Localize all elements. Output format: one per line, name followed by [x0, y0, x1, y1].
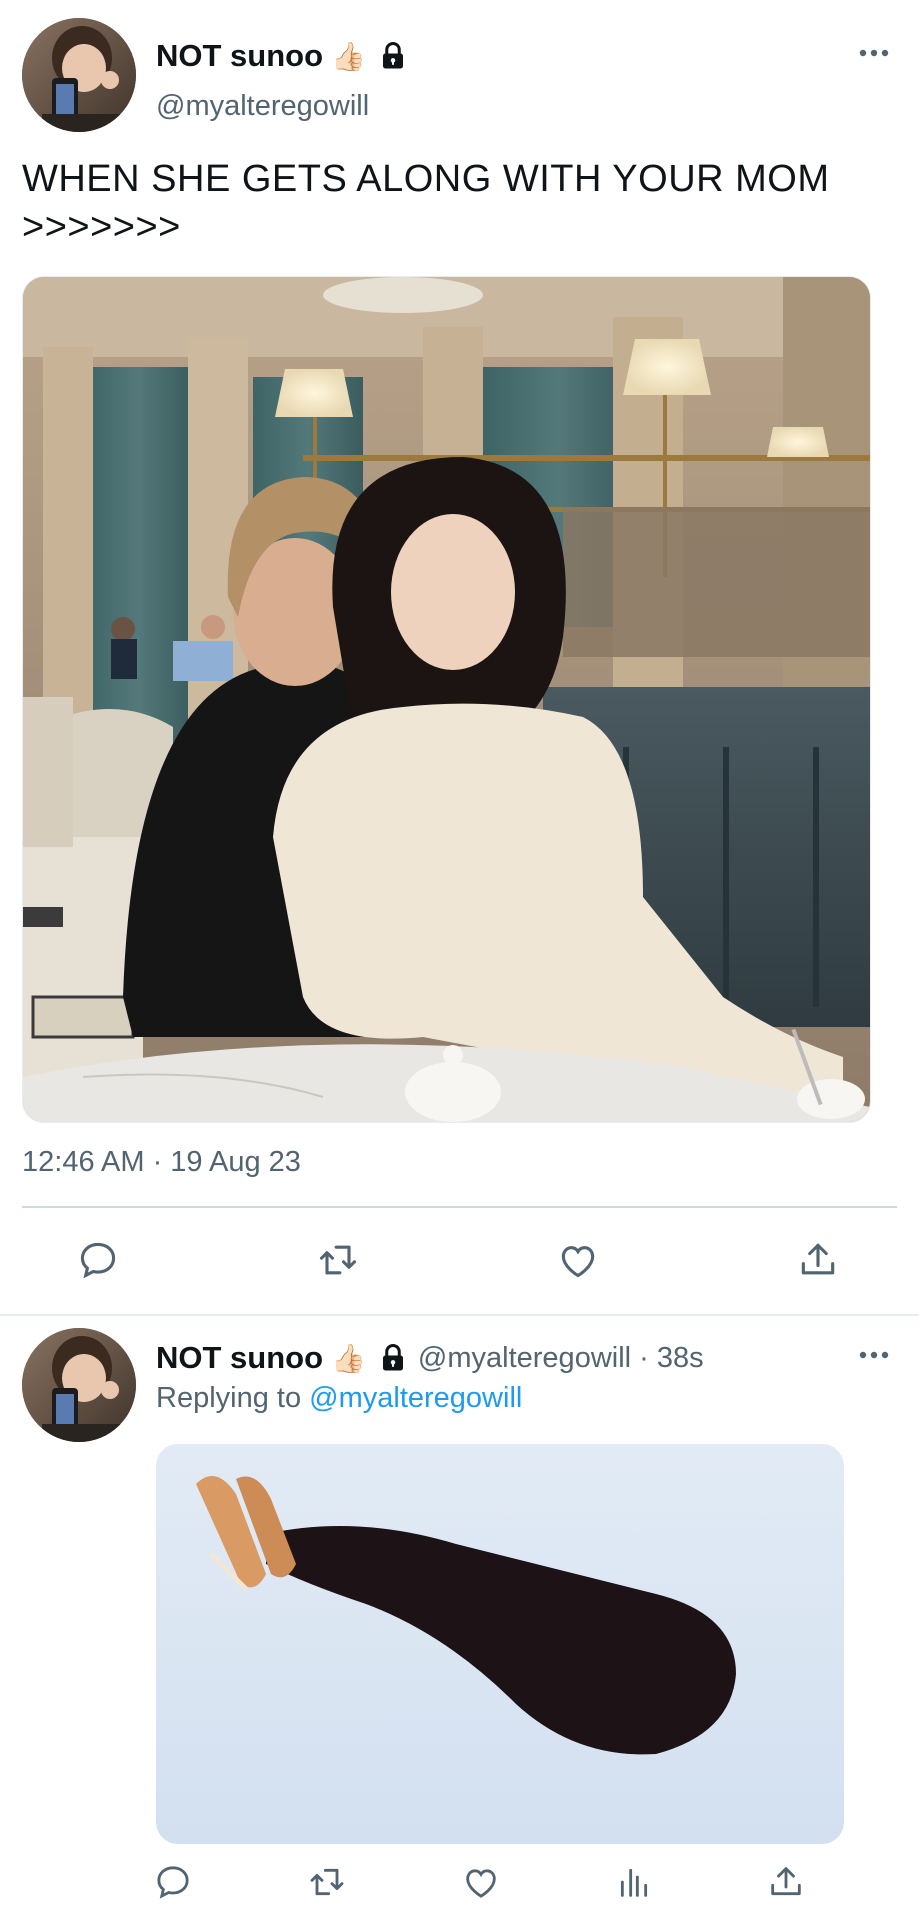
thumbs-up-emoji: 👍🏻 [331, 1342, 366, 1374]
tweet-text: WHEN SHE GETS ALONG WITH YOUR MOM >>>>>>… [22, 155, 902, 251]
tweet-separator [0, 1314, 919, 1316]
lock-icon [378, 1343, 408, 1373]
tweet-timestamp[interactable]: 12:46 AM · 19 Aug 23 [22, 1146, 301, 1179]
tweet-text-line1: WHEN SHE GETS ALONG WITH YOUR MOM [22, 158, 830, 200]
reply-icon[interactable] [76, 1238, 120, 1287]
replying-to: Replying to @myalteregowill [156, 1382, 522, 1415]
restaurant-photo [23, 277, 870, 1122]
handle-time[interactable]: @myalteregowill · 38s [418, 1342, 704, 1375]
falling-person-image [156, 1444, 844, 1844]
like-icon[interactable] [461, 1862, 501, 1907]
lock-icon [378, 41, 408, 71]
reply-photo[interactable] [156, 1444, 844, 1844]
tweet-photo[interactable] [22, 276, 871, 1123]
avatar[interactable] [22, 18, 136, 132]
reply-icon[interactable] [153, 1862, 193, 1907]
display-name[interactable]: NOT sunoo [156, 38, 323, 74]
more-icon[interactable] [854, 1340, 894, 1370]
replying-handle-link[interactable]: @myalteregowill [309, 1382, 522, 1414]
thumbs-up-emoji: 👍🏻 [331, 40, 366, 72]
divider [22, 1206, 897, 1208]
views-icon[interactable] [614, 1862, 654, 1907]
retweet-icon[interactable] [307, 1862, 347, 1907]
like-icon[interactable] [556, 1238, 600, 1287]
tweet-text-line2: >>>>>>> [22, 206, 181, 248]
avatar-image [22, 18, 136, 132]
avatar-image [22, 1328, 136, 1442]
share-icon[interactable] [766, 1862, 806, 1907]
retweet-icon[interactable] [316, 1238, 360, 1287]
display-name[interactable]: NOT sunoo [156, 1340, 323, 1376]
replying-prefix: Replying to [156, 1382, 310, 1414]
avatar[interactable] [22, 1328, 136, 1442]
share-icon[interactable] [796, 1238, 840, 1287]
more-icon[interactable] [854, 38, 894, 68]
handle[interactable]: @myalteregowill [156, 90, 369, 123]
